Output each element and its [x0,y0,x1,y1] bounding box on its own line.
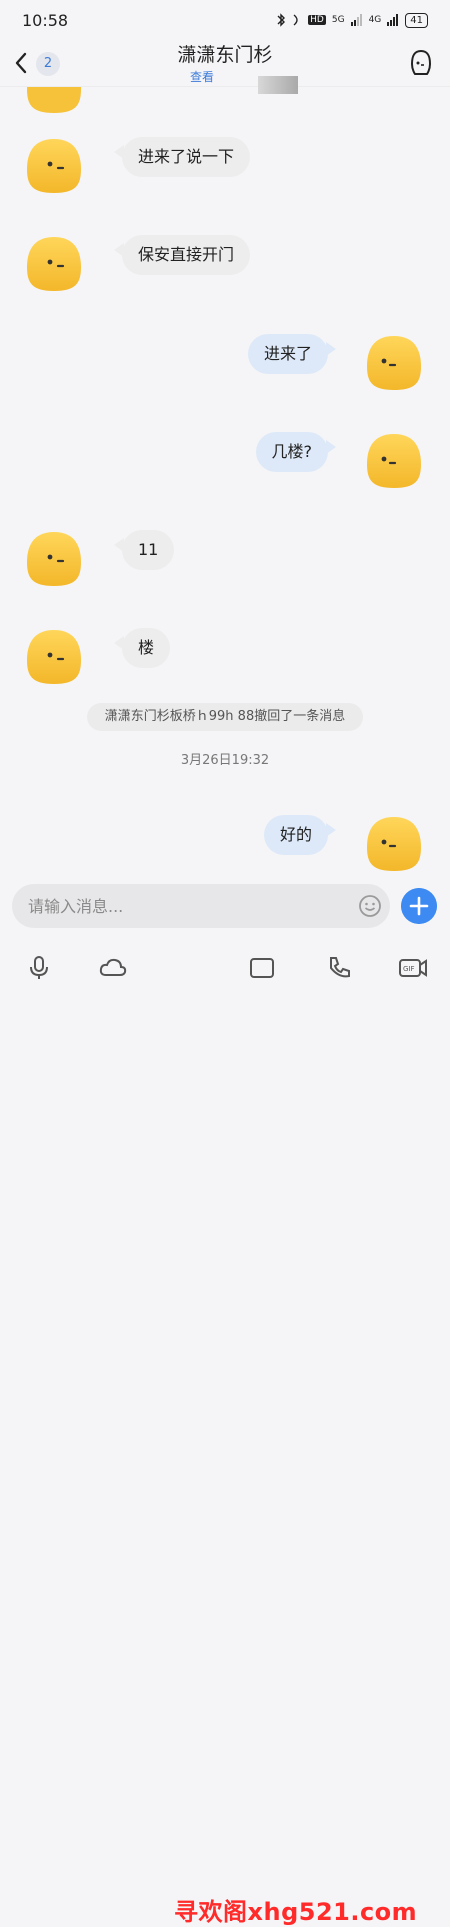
view-link[interactable]: 查看 [190,68,214,85]
signal-4g-icon [387,14,399,26]
cloud-icon[interactable] [98,954,128,982]
my-avatar[interactable] [364,432,424,490]
outgoing-message-bubble[interactable]: 好的 [263,815,337,855]
chat-title: 潇潇东门杉 [177,44,273,66]
recall-notice: 潇潇东门杉板桥ｈ99h 88撤回了一条消息 [87,703,363,731]
profile-icon[interactable] [408,48,434,78]
incoming-message-bubble[interactable]: 进来了说一下 [113,137,251,177]
signal-5g-icon [350,14,362,26]
add-attachment-button[interactable] [401,888,437,924]
my-avatar[interactable] [364,815,424,873]
incoming-message-bubble[interactable]: 楼 [113,628,171,668]
message-input-bar [0,878,450,938]
4g-label: 4G [368,15,382,25]
5g-label: 5G [331,15,345,25]
status-bar: 10:58 HD 5G 4G 41 [0,0,450,40]
watermark: 寻欢阁xhg521.com [174,1898,418,1926]
message-timestamp: 3月26日19:32 [180,753,270,768]
hd-label: HD [308,15,326,25]
status-time: 10:58 [22,10,69,30]
incoming-message-bubble[interactable]: 11 [113,530,175,570]
bluetooth-icon [277,13,286,27]
emoji-icon[interactable] [358,894,382,918]
nfc-icon [293,14,298,26]
contact-avatar[interactable] [24,87,84,115]
chat-header: 2 潇潇东门杉 查看 [0,40,450,94]
contact-avatar[interactable] [24,235,84,293]
contact-avatar[interactable] [24,137,84,195]
mic-icon[interactable] [25,954,53,982]
contact-avatar[interactable] [24,530,84,588]
gif-icon[interactable]: GIF [398,954,428,982]
svg-text:GIF: GIF [403,965,415,973]
voice-call-icon[interactable] [325,954,353,982]
image-icon[interactable] [248,954,276,982]
my-avatar[interactable] [364,334,424,392]
contact-avatar[interactable] [24,628,84,686]
status-icons: HD 5G 4G 41 [276,12,428,28]
bottom-toolbar: GIF 寻欢阁xhg521.com [0,940,450,1926]
battery-indicator: 41 [405,12,428,28]
outgoing-message-bubble[interactable]: 进来了 [247,334,337,374]
message-input[interactable] [12,884,390,928]
outgoing-message-bubble[interactable]: 几楼? [255,432,336,472]
chat-message-list[interactable]: 进来了说一下 保安直接开门 进来了 几楼? 11 楼 潇潇东门杉板桥ｈ99h 8… [0,87,450,877]
incoming-message-bubble[interactable]: 保安直接开门 [113,235,251,275]
